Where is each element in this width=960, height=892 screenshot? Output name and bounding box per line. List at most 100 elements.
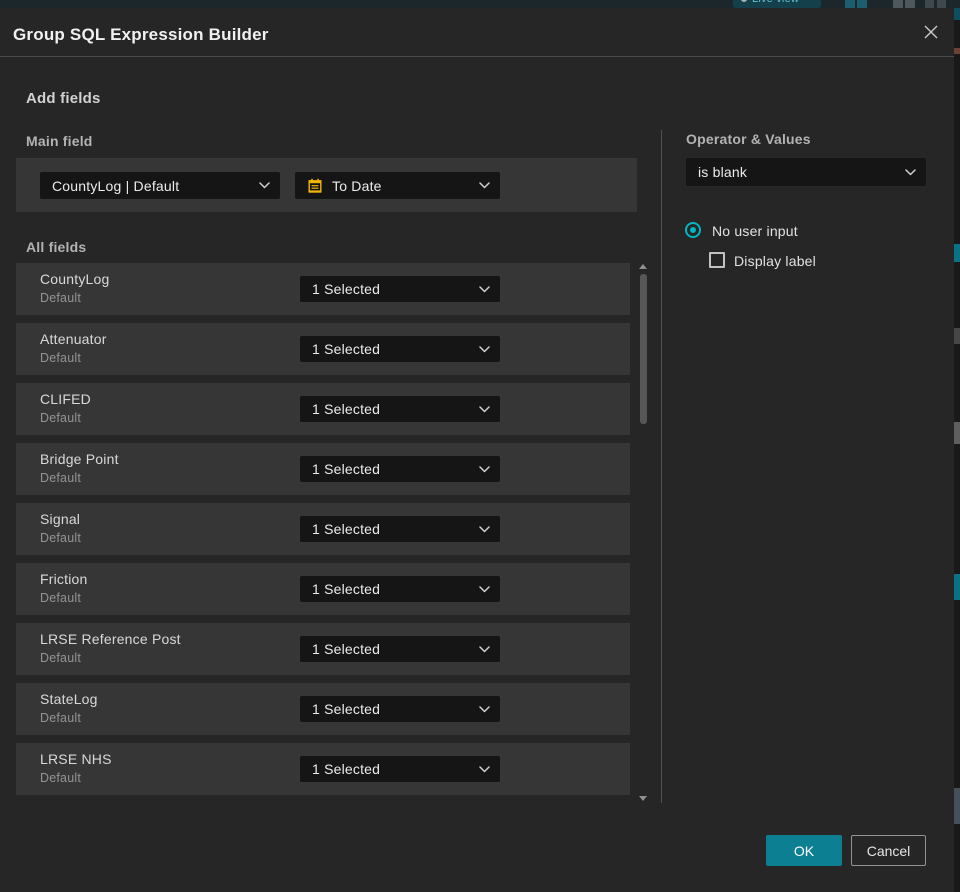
background-fragment [954, 48, 960, 54]
field-subtitle: Default [40, 651, 82, 665]
background-fragment [954, 788, 960, 824]
selected-count-dropdown[interactable]: 1 Selected [300, 756, 500, 782]
field-subtitle: Default [40, 591, 82, 605]
live-view-label: Live view [752, 0, 799, 5]
chevron-down-icon [479, 525, 490, 533]
field-subtitle: Default [40, 411, 82, 425]
close-button[interactable] [919, 20, 943, 44]
dropdown-value: 1 Selected [312, 761, 381, 777]
field-name: CLIFED [40, 391, 91, 407]
dropdown-value: To Date [332, 177, 382, 194]
chevron-down-icon [479, 182, 490, 189]
selected-count-dropdown[interactable]: 1 Selected [300, 276, 500, 302]
no-user-input-radio[interactable] [685, 222, 701, 238]
dropdown-value: 1 Selected [312, 701, 381, 717]
selected-count-dropdown[interactable]: 1 Selected [300, 636, 500, 662]
field-subtitle: Default [40, 351, 82, 365]
live-view-button[interactable]: Live view [733, 0, 821, 8]
operator-dropdown[interactable]: is blank [686, 158, 926, 186]
dropdown-value: 1 Selected [312, 521, 381, 537]
chevron-down-icon [479, 705, 490, 713]
scrollbar-thumb[interactable] [640, 274, 647, 424]
field-name: Attenuator [40, 331, 107, 347]
panel-divider [661, 130, 662, 803]
selected-count-dropdown[interactable]: 1 Selected [300, 336, 500, 362]
field-row: LRSE NHS Default 1 Selected [16, 743, 630, 795]
chevron-down-icon [479, 585, 490, 593]
chevron-down-icon [905, 168, 916, 176]
header-divider [0, 56, 954, 57]
field-list: CountyLog Default 1 Selected Attenuator … [16, 263, 630, 795]
ok-button[interactable]: OK [766, 835, 842, 866]
group-sql-expression-builder-dialog: Group SQL Expression Builder Add fields … [0, 8, 954, 892]
date-field-icon [307, 178, 323, 194]
live-view-dot-icon [741, 0, 747, 2]
field-row: Attenuator Default 1 Selected [16, 323, 630, 375]
background-right-strip [954, 8, 960, 892]
toolbar-fragment [857, 0, 867, 8]
field-row: StateLog Default 1 Selected [16, 683, 630, 735]
field-name: LRSE NHS [40, 751, 112, 767]
dropdown-value: 1 Selected [312, 461, 381, 477]
selected-count-dropdown[interactable]: 1 Selected [300, 516, 500, 542]
dropdown-value: 1 Selected [312, 581, 381, 597]
selected-count-dropdown[interactable]: 1 Selected [300, 456, 500, 482]
scrollbar-up-arrow-icon[interactable] [639, 264, 647, 269]
field-subtitle: Default [40, 471, 82, 485]
background-fragment [954, 328, 960, 344]
chevron-down-icon [479, 345, 490, 353]
no-user-input-label: No user input [712, 223, 798, 239]
chevron-down-icon [479, 765, 490, 773]
field-name: CountyLog [40, 271, 110, 287]
display-label-label: Display label [734, 253, 816, 269]
background-toolbar-strip: Live view [0, 0, 960, 8]
field-subtitle: Default [40, 711, 82, 725]
field-row: LRSE Reference Post Default 1 Selected [16, 623, 630, 675]
field-row: CountyLog Default 1 Selected [16, 263, 630, 315]
dropdown-value: 1 Selected [312, 281, 381, 297]
radio-selected-dot [690, 227, 696, 233]
toolbar-fragment [893, 0, 903, 8]
field-name: Signal [40, 511, 81, 527]
close-icon [924, 25, 938, 39]
chevron-down-icon [479, 645, 490, 653]
background-fragment [954, 574, 960, 600]
toolbar-fragment [905, 0, 915, 8]
dropdown-value: 1 Selected [312, 341, 381, 357]
chevron-down-icon [479, 465, 490, 473]
field-row: Bridge Point Default 1 Selected [16, 443, 630, 495]
field-name: StateLog [40, 691, 98, 707]
cancel-button[interactable]: Cancel [851, 835, 926, 866]
field-row: CLIFED Default 1 Selected [16, 383, 630, 435]
field-subtitle: Default [40, 771, 82, 785]
selected-count-dropdown[interactable]: 1 Selected [300, 696, 500, 722]
main-field-label: Main field [26, 133, 93, 149]
background-fragment [954, 422, 960, 444]
dialog-title: Group SQL Expression Builder [13, 25, 269, 44]
background-fragment [954, 244, 960, 262]
scrollbar-down-arrow-icon[interactable] [639, 796, 647, 801]
chevron-down-icon [259, 182, 270, 189]
field-row: Signal Default 1 Selected [16, 503, 630, 555]
dropdown-value: 1 Selected [312, 401, 381, 417]
field-source-dropdown[interactable]: CountyLog | Default [40, 172, 280, 199]
field-subtitle: Default [40, 291, 82, 305]
section-heading-add-fields: Add fields [26, 90, 101, 107]
toolbar-fragment [937, 0, 946, 8]
display-label-checkbox[interactable] [709, 252, 725, 268]
field-subtitle: Default [40, 531, 82, 545]
background-fragment [954, 8, 960, 20]
toolbar-fragment [925, 0, 934, 8]
operator-values-label: Operator & Values [686, 131, 811, 147]
toolbar-fragment [845, 0, 855, 8]
field-name: Bridge Point [40, 451, 119, 467]
selected-count-dropdown[interactable]: 1 Selected [300, 396, 500, 422]
selected-count-dropdown[interactable]: 1 Selected [300, 576, 500, 602]
field-row: Friction Default 1 Selected [16, 563, 630, 615]
chevron-down-icon [479, 405, 490, 413]
dropdown-value: is blank [698, 164, 748, 180]
field-name: Friction [40, 571, 88, 587]
chevron-down-icon [479, 285, 490, 293]
field-attribute-dropdown[interactable]: To Date [295, 172, 500, 199]
screen: Live view Group SQL Expression Builder A… [0, 0, 960, 892]
